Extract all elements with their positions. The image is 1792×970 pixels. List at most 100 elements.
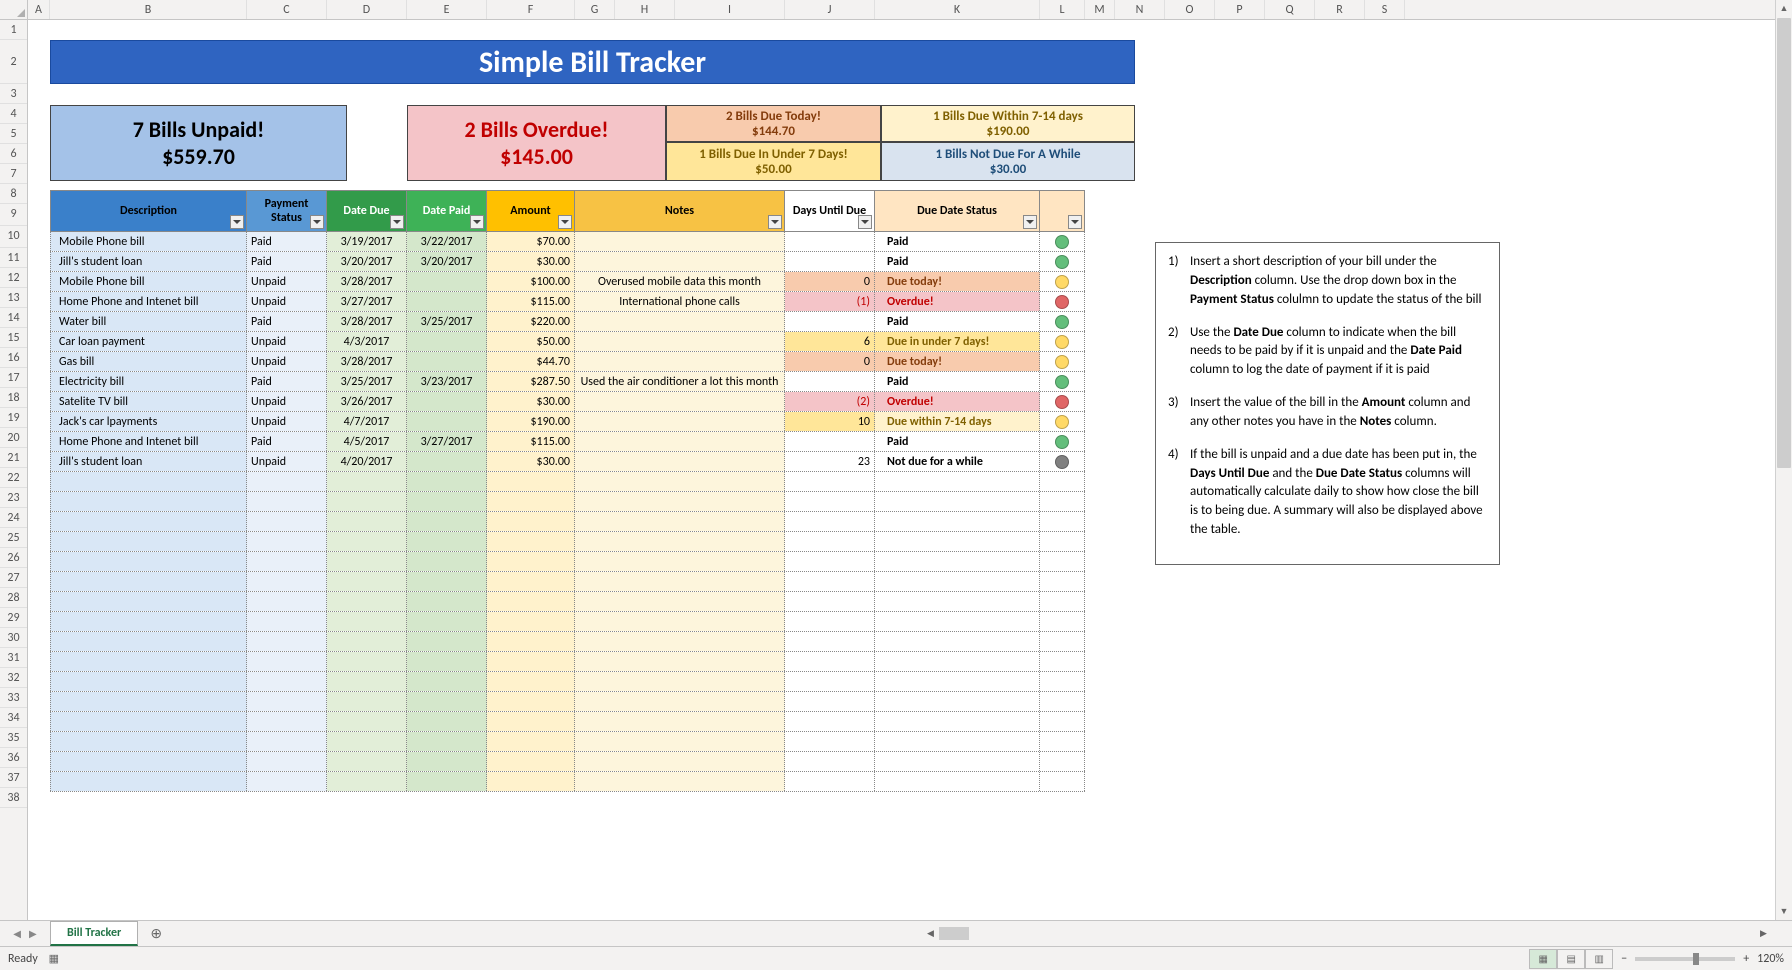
sheet-tab-active[interactable]: Bill Tracker <box>50 921 138 946</box>
cell-due-date-status[interactable]: Not due for a while <box>875 452 1040 471</box>
table-row[interactable]: Mobile Phone bill Unpaid 3/28/2017 $100.… <box>50 272 1085 292</box>
cell-due-date-status[interactable]: Due today! <box>875 272 1040 291</box>
row-head-37[interactable]: 37 <box>0 768 27 788</box>
zoom-in-button[interactable]: + <box>1743 952 1749 966</box>
table-row[interactable] <box>50 492 1085 512</box>
cell-date-due[interactable] <box>327 592 407 611</box>
row-head-5[interactable]: 5 <box>0 124 27 144</box>
cell-description[interactable]: Home Phone and Intenet bill <box>50 292 247 311</box>
th-amount[interactable]: Amount <box>487 190 575 232</box>
cell-amount[interactable]: $50.00 <box>487 332 575 351</box>
cell-amount[interactable] <box>487 612 575 631</box>
cell-payment-status[interactable] <box>247 652 327 671</box>
table-row[interactable] <box>50 512 1085 532</box>
cell-due-date-status[interactable] <box>875 672 1040 691</box>
cell-due-date-status[interactable] <box>875 652 1040 671</box>
col-head-D[interactable]: D <box>327 0 407 19</box>
cell-notes[interactable] <box>575 472 785 491</box>
filter-icon[interactable] <box>1068 215 1082 229</box>
row-head-3[interactable]: 3 <box>0 84 27 104</box>
filter-icon[interactable] <box>558 215 572 229</box>
vertical-scrollbar[interactable]: ▲ ▼ <box>1775 0 1792 920</box>
cell-days-until-due[interactable] <box>785 512 875 531</box>
row-head-18[interactable]: 18 <box>0 388 27 408</box>
table-row[interactable] <box>50 712 1085 732</box>
table-row[interactable]: Gas bill Unpaid 3/28/2017 $44.70 0 Due t… <box>50 352 1085 372</box>
cell-amount[interactable]: $30.00 <box>487 392 575 411</box>
cell-status-indicator[interactable] <box>1040 472 1085 491</box>
chevron-left-icon[interactable]: ◀ <box>13 927 21 940</box>
cell-amount[interactable] <box>487 652 575 671</box>
cell-days-until-due[interactable] <box>785 492 875 511</box>
cell-payment-status[interactable] <box>247 512 327 531</box>
table-row[interactable]: Jill's student loan Paid 3/20/2017 3/20/… <box>50 252 1085 272</box>
cell-days-until-due[interactable] <box>785 592 875 611</box>
cell-notes[interactable] <box>575 572 785 591</box>
cell-amount[interactable] <box>487 572 575 591</box>
spreadsheet-grid[interactable]: Simple Bill Tracker 7 Bills Unpaid! $559… <box>28 20 1775 920</box>
cell-date-paid[interactable] <box>407 672 487 691</box>
filter-icon[interactable] <box>230 215 244 229</box>
cell-payment-status[interactable] <box>247 752 327 771</box>
cell-days-until-due[interactable] <box>785 372 875 391</box>
row-head-34[interactable]: 34 <box>0 708 27 728</box>
row-head-7[interactable]: 7 <box>0 164 27 184</box>
cell-description[interactable] <box>50 492 247 511</box>
cell-date-paid[interactable] <box>407 472 487 491</box>
cell-payment-status[interactable] <box>247 472 327 491</box>
cell-date-paid[interactable] <box>407 352 487 371</box>
cell-payment-status[interactable]: Paid <box>247 252 327 271</box>
cell-date-paid[interactable] <box>407 272 487 291</box>
cell-date-paid[interactable] <box>407 712 487 731</box>
cell-date-paid[interactable] <box>407 332 487 351</box>
cell-days-until-due[interactable] <box>785 472 875 491</box>
cell-notes[interactable] <box>575 672 785 691</box>
row-head-26[interactable]: 26 <box>0 548 27 568</box>
cell-notes[interactable] <box>575 252 785 271</box>
table-row[interactable]: Jack's car lpayments Unpaid 4/7/2017 $19… <box>50 412 1085 432</box>
cell-date-paid[interactable] <box>407 532 487 551</box>
hscroll-thumb[interactable] <box>939 927 969 940</box>
cell-amount[interactable] <box>487 732 575 751</box>
table-row[interactable]: Home Phone and Intenet bill Paid 4/5/201… <box>50 432 1085 452</box>
table-row[interactable]: Water bill Paid 3/28/2017 3/25/2017 $220… <box>50 312 1085 332</box>
cell-status-indicator[interactable] <box>1040 512 1085 531</box>
cell-date-due[interactable]: 4/3/2017 <box>327 332 407 351</box>
row-head-14[interactable]: 14 <box>0 308 27 328</box>
cell-due-date-status[interactable] <box>875 592 1040 611</box>
cell-status-indicator[interactable] <box>1040 652 1085 671</box>
table-row[interactable]: Jill's student loan Unpaid 4/20/2017 $30… <box>50 452 1085 472</box>
cell-amount[interactable]: $220.00 <box>487 312 575 331</box>
table-row[interactable] <box>50 572 1085 592</box>
cell-payment-status[interactable] <box>247 732 327 751</box>
cell-date-paid[interactable] <box>407 612 487 631</box>
col-head-K[interactable]: K <box>875 0 1040 19</box>
cell-payment-status[interactable]: Unpaid <box>247 292 327 311</box>
cell-description[interactable]: Mobile Phone bill <box>50 272 247 291</box>
cell-days-until-due[interactable] <box>785 632 875 651</box>
col-head-B[interactable]: B <box>50 0 247 19</box>
cell-days-until-due[interactable]: 23 <box>785 452 875 471</box>
cell-date-paid[interactable] <box>407 452 487 471</box>
cell-date-due[interactable] <box>327 712 407 731</box>
cell-notes[interactable] <box>575 412 785 431</box>
cell-date-paid[interactable] <box>407 552 487 571</box>
cell-description[interactable] <box>50 632 247 651</box>
cell-amount[interactable] <box>487 632 575 651</box>
cell-description[interactable] <box>50 732 247 751</box>
cell-status-indicator[interactable] <box>1040 572 1085 591</box>
th-date-due[interactable]: Date Due <box>327 190 407 232</box>
cell-status-indicator[interactable] <box>1040 672 1085 691</box>
cell-amount[interactable] <box>487 492 575 511</box>
th-payment-status[interactable]: Payment Status <box>247 190 327 232</box>
cell-days-until-due[interactable] <box>785 712 875 731</box>
cell-status-indicator[interactable] <box>1040 712 1085 731</box>
cell-date-due[interactable] <box>327 752 407 771</box>
cell-notes[interactable] <box>575 232 785 251</box>
row-head-10[interactable]: 10 <box>0 226 27 248</box>
cell-date-due[interactable]: 3/28/2017 <box>327 312 407 331</box>
row-head-35[interactable]: 35 <box>0 728 27 748</box>
cell-days-until-due[interactable] <box>785 252 875 271</box>
table-row[interactable] <box>50 552 1085 572</box>
cell-status-indicator[interactable] <box>1040 552 1085 571</box>
